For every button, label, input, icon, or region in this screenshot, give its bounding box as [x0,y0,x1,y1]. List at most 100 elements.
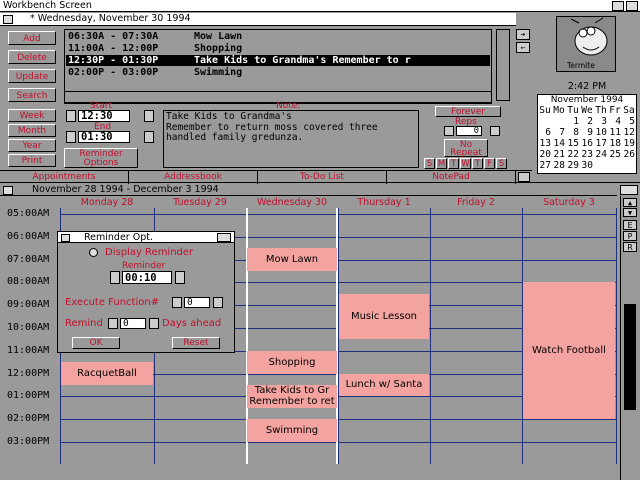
scroll-letter-button[interactable]: E [623,220,637,230]
weekday-toggle-1[interactable]: M [436,158,447,169]
weekday-toggle-5[interactable]: F [484,158,495,169]
remind-days-field[interactable]: 0 [120,318,146,329]
mini-calendar-day[interactable]: 8 [567,128,579,138]
ok-button[interactable]: OK [72,337,120,349]
mini-calendar-day[interactable]: 5 [623,117,635,127]
delete-button[interactable]: Delete [8,50,56,64]
print-button[interactable]: Print [8,154,56,167]
weekday-toggle-0[interactable]: S [424,158,435,169]
mini-calendar-day[interactable]: 21 [553,150,565,160]
reminder-increment-icon[interactable] [175,271,185,284]
calendar-event[interactable]: Music Lesson [339,293,429,340]
reminder-dialog-title-bar[interactable]: Reminder Opt. [58,232,234,243]
remind-increment-icon[interactable] [149,318,159,329]
mini-calendar-day[interactable]: 10 [595,128,607,138]
end-decrement-icon[interactable] [66,131,76,143]
note-textarea[interactable]: Take Kids to Grandma's Remember to retur… [163,110,419,168]
scroll-up-icon[interactable]: ▲ [623,198,637,207]
appointment-row[interactable]: 11:00A - 12:00P Shopping [66,43,490,54]
day-header-2[interactable]: Wednesday 30 [246,197,338,208]
mini-calendar-day[interactable]: 1 [567,117,579,127]
start-increment-icon[interactable] [144,110,154,122]
reset-button[interactable]: Reset [172,337,220,349]
window-title-bar[interactable]: * Wednesday, November 30 1994 [0,13,516,26]
weekday-toggle-6[interactable]: S [496,158,507,169]
start-decrement-icon[interactable] [66,110,76,122]
mini-calendar-day[interactable]: 18 [609,139,621,149]
week-title-bar[interactable]: November 28 1994 - December 3 1994 [0,184,617,196]
mini-calendar-day[interactable]: 6 [539,128,551,138]
resize-gadget-icon[interactable] [518,172,530,182]
day-header-0[interactable]: Monday 28 [60,197,154,208]
execute-decrement-icon[interactable] [172,297,182,308]
calendar-event[interactable]: Mow Lawn [247,248,337,271]
appointment-row[interactable]: 02:00P - 03:00P Swimming [66,67,490,78]
calendar-event[interactable]: RacquetBall [61,362,153,385]
tab-addressbook[interactable]: Addressbook [129,171,258,184]
mini-calendar-day[interactable]: 9 [581,128,593,138]
screen-depth-gadget[interactable] [612,1,624,11]
reminder-decrement-icon[interactable] [110,271,120,284]
mini-calendar-day[interactable]: 28 [553,161,565,171]
day-header-1[interactable]: Tuesday 29 [154,197,246,208]
add-button[interactable]: Add [8,31,56,45]
mini-calendar-day[interactable]: 14 [553,139,565,149]
scroll-thumb[interactable] [624,304,636,410]
tab-appointments[interactable]: Appointments [0,171,129,184]
dialog-depth-icon[interactable] [217,233,231,242]
appointment-row[interactable]: 06:30A - 07:30A Mow Lawn [66,31,490,42]
week-depth-gadget-icon[interactable] [620,185,638,195]
screen-front-gadget[interactable] [626,1,638,11]
year-button[interactable]: Year [8,139,56,152]
tab-notepad[interactable]: NotePad [387,171,516,184]
calendar-event[interactable]: Lunch w/ Santa [339,373,429,397]
mini-calendar-day[interactable]: 2 [581,117,593,127]
no-repeat-button[interactable]: No Repeat [444,139,488,158]
mini-calendar-day[interactable]: 17 [595,139,607,149]
mini-calendar-day[interactable]: 25 [609,150,621,160]
arrow-right-icon[interactable]: ➔ [516,29,530,40]
mini-calendar-day[interactable]: 16 [581,139,593,149]
remind-decrement-icon[interactable] [108,318,118,329]
update-button[interactable]: Update [8,69,56,83]
search-button[interactable]: Search [8,88,56,102]
close-gadget-icon[interactable] [3,15,13,24]
scroll-down-icon[interactable]: ▼ [623,208,637,217]
mini-calendar-day[interactable]: 3 [595,117,607,127]
tab-to-do-list[interactable]: To-Do List [258,171,387,184]
weekday-toggle-2[interactable]: T [448,158,459,169]
display-reminder-radio[interactable] [89,248,98,257]
scroll-letter-button[interactable]: P [623,231,637,241]
mini-calendar-day[interactable]: 13 [539,139,551,149]
dialog-close-icon[interactable] [61,234,70,242]
mini-calendar-day[interactable]: 11 [609,128,621,138]
mini-calendar-day[interactable]: 15 [567,139,579,149]
reminder-options-button[interactable]: Reminder Options [64,148,138,168]
day-header-4[interactable]: Friday 2 [430,197,522,208]
mini-calendar-day[interactable]: 29 [567,161,579,171]
calendar-event[interactable]: Swimming [247,419,337,442]
execute-function-field[interactable]: 0 [184,297,210,308]
weekday-toggle-3[interactable]: W [460,158,471,169]
week-button[interactable]: Week [8,109,56,122]
mini-calendar-day[interactable]: 4 [609,117,621,127]
week-scrollbar[interactable]: ▲ ▼ E P R [620,196,640,480]
mini-calendar-day[interactable]: 20 [539,150,551,160]
scroll-letter-button[interactable]: R [623,242,637,252]
arrow-left-icon[interactable]: ← [516,42,530,53]
mini-calendar-day[interactable]: 7 [553,128,565,138]
mini-calendar-day[interactable]: 12 [623,128,635,138]
end-increment-icon[interactable] [144,131,154,143]
appointment-list-scrollbar[interactable] [496,29,510,101]
weekday-toggle-4[interactable]: T [472,158,483,169]
reps-increment-icon[interactable] [490,126,500,136]
day-header-5[interactable]: Saturday 3 [522,197,616,208]
mini-calendar-day[interactable]: 27 [539,161,551,171]
reps-field[interactable]: 0 [456,126,482,136]
month-button[interactable]: Month [8,124,56,137]
mini-calendar-day[interactable]: 30 [581,161,593,171]
appointment-row[interactable]: 12:30P - 01:30P Take Kids to Grandma's Re… [66,55,490,66]
start-time-field[interactable]: 12:30 [78,110,130,122]
forever-button[interactable]: Forever [435,106,501,117]
mini-calendar-day[interactable]: 19 [623,139,635,149]
